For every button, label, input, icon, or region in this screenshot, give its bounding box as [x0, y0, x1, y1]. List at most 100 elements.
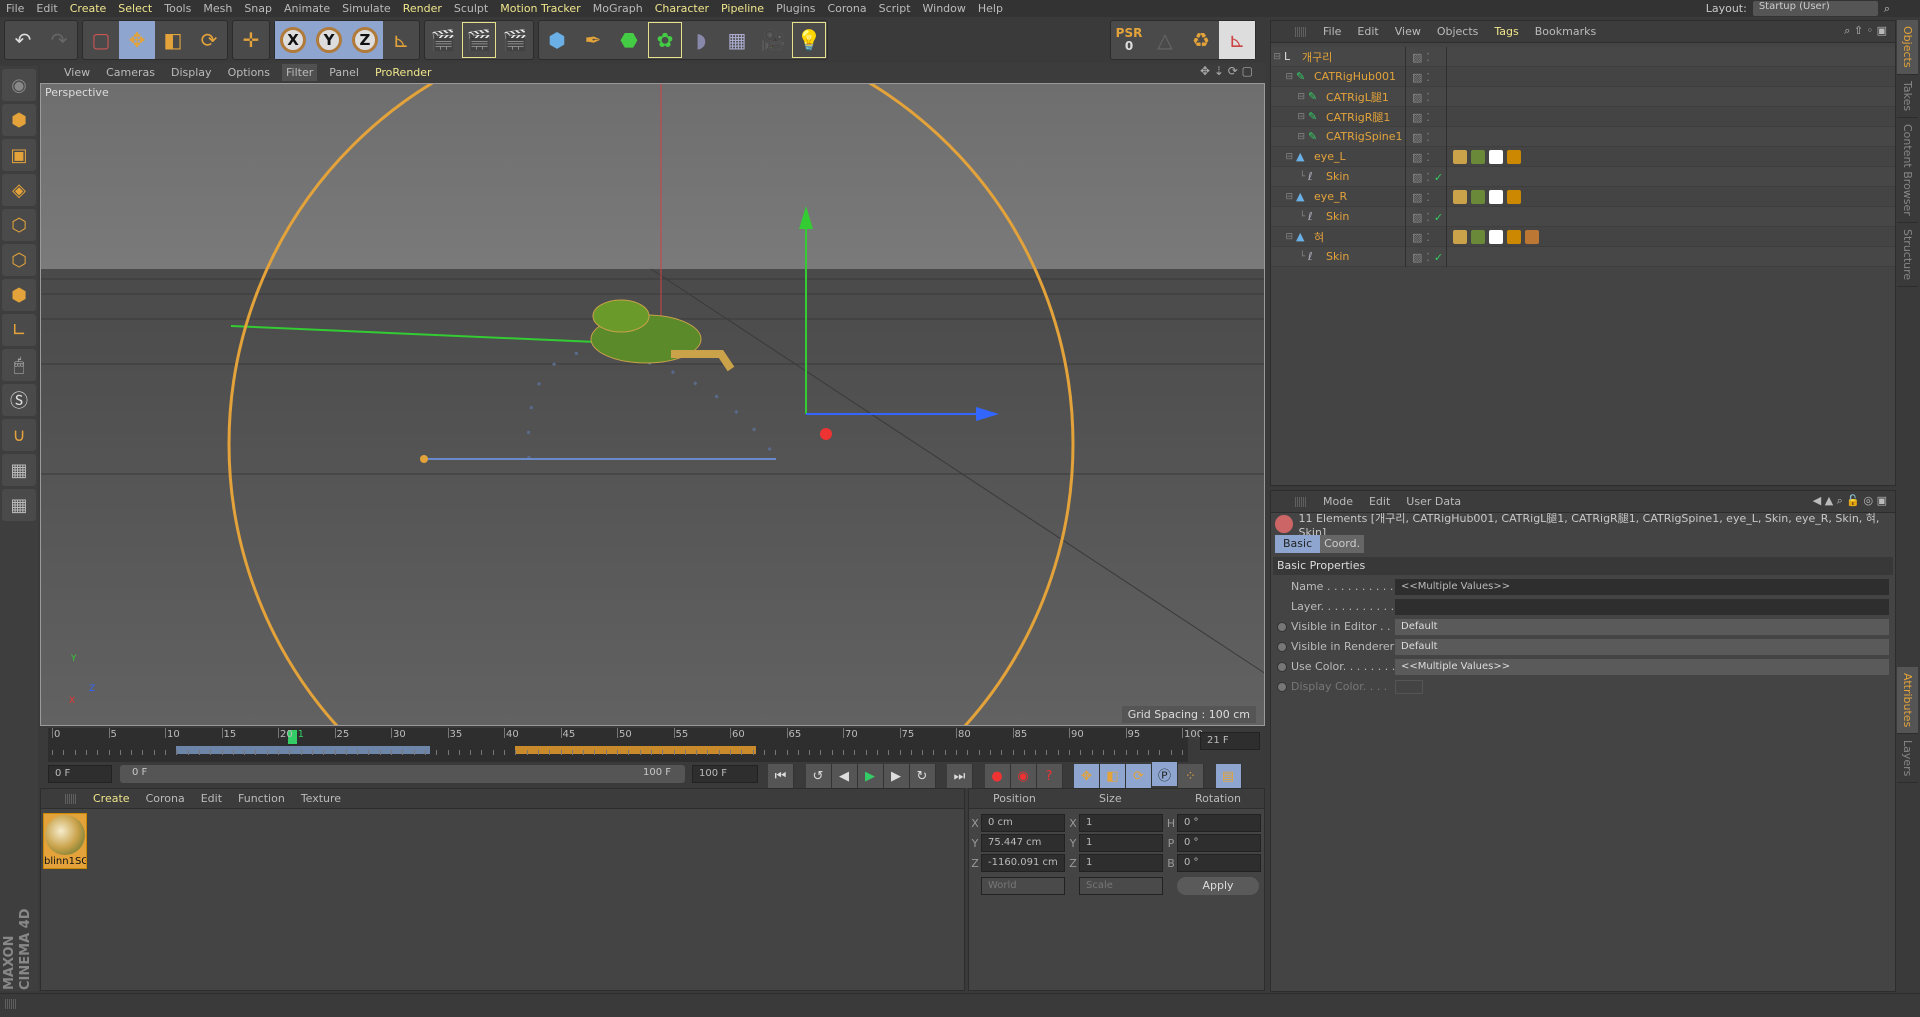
layer-icon[interactable]: ▨	[1412, 151, 1422, 164]
object-row[interactable]: └ ℓ Skin ▨ ⁚ ✓	[1271, 247, 1895, 267]
cube-icon[interactable]: ⬢	[539, 21, 575, 59]
coord-field-r[interactable]: 0 °	[1177, 854, 1261, 872]
material-menu-function[interactable]: Function	[238, 792, 285, 805]
side-tab-structure[interactable]: Structure	[1897, 223, 1918, 287]
object-visibility[interactable]: ▨ ⁚	[1405, 87, 1447, 107]
tab-basic[interactable]: Basic	[1275, 535, 1321, 553]
material-menu-texture[interactable]: Texture	[301, 792, 341, 805]
next-key-icon[interactable]: ↻	[909, 764, 936, 788]
menu-simulate[interactable]: Simulate	[342, 2, 391, 15]
side-tab-takes[interactable]: Takes	[1897, 75, 1918, 118]
coord-field-s[interactable]: 1	[1079, 814, 1163, 832]
tree-toggle-icon[interactable]: ⊟	[1271, 112, 1305, 122]
make-editable-icon[interactable]: ◉	[2, 69, 36, 101]
side-tab-content-browser[interactable]: Content Browser	[1897, 118, 1918, 223]
menu-motion-tracker[interactable]: Motion Tracker	[500, 2, 580, 15]
menu-create[interactable]: Create	[70, 2, 107, 15]
property-value[interactable]: <<Multiple Values>>	[1395, 578, 1889, 595]
tree-toggle-icon[interactable]: ⊟	[1271, 192, 1293, 202]
undo-icon[interactable]: ↶	[5, 21, 41, 59]
prev-key-icon[interactable]: ↺	[805, 764, 832, 788]
psr-button[interactable]: PSR 0	[1111, 21, 1147, 59]
render-picture-viewer-icon[interactable]: 🎬	[461, 21, 497, 59]
visibility-dots-icon[interactable]: ⁚	[1426, 131, 1430, 144]
model-mode-icon[interactable]: ⬢	[2, 104, 36, 136]
timeline-ruler[interactable]: 0 5 10 15 20 21 25 30 35 40 45 50 55 60 65 70 75 80 85 90 95…	[48, 728, 1203, 762]
layer-icon[interactable]: ▨	[1412, 91, 1422, 104]
viewport-menu-view[interactable]: View	[64, 66, 90, 79]
workplane-icon[interactable]: ⊾	[1219, 21, 1255, 59]
layer-icon[interactable]: ▨	[1412, 231, 1422, 244]
viewport-menu-filter[interactable]: Filter	[282, 64, 318, 81]
object-row[interactable]: ⊟ ✎ CATRigHub001 ▨ ⁚	[1271, 67, 1895, 87]
y-axis-lock-icon[interactable]: Y	[311, 21, 347, 59]
object-row[interactable]: ⊟ L 개구리 ▨ ⁚	[1271, 47, 1895, 67]
points-mode-icon[interactable]: ⬡	[2, 209, 36, 241]
material-menu-corona[interactable]: Corona	[146, 792, 185, 805]
property-value[interactable]: <<Multiple Values>>	[1395, 658, 1889, 675]
prev-frame-icon[interactable]: ◀	[831, 764, 858, 788]
tag-icon[interactable]	[1489, 190, 1503, 204]
gizmo-x-handle[interactable]	[820, 428, 832, 440]
layer-icon[interactable]: ▨	[1412, 71, 1422, 84]
tree-toggle-icon[interactable]: ⊟	[1271, 92, 1305, 102]
tab-coord[interactable]: Coord.	[1320, 535, 1365, 553]
object-visibility[interactable]: ▨ ⁚	[1405, 227, 1447, 247]
coord-field-p[interactable]: -1160.091 cm	[981, 854, 1065, 872]
apply-button[interactable]: Apply	[1177, 877, 1259, 895]
object-menu-bookmarks[interactable]: Bookmarks	[1535, 25, 1596, 38]
layer-icon[interactable]: ▨	[1412, 51, 1422, 64]
visibility-dots-icon[interactable]: ⁚	[1426, 71, 1430, 84]
tree-toggle-icon[interactable]: └	[1271, 212, 1305, 222]
tag-icon[interactable]	[1489, 150, 1503, 164]
tree-toggle-icon[interactable]: ⊟	[1271, 52, 1281, 62]
visibility-dots-icon[interactable]: ⁚	[1426, 191, 1430, 204]
keyframe-selection-icon[interactable]: ?	[1036, 764, 1063, 788]
side-tab-attributes[interactable]: Attributes	[1897, 666, 1918, 734]
visibility-dots-icon[interactable]: ⁚	[1426, 151, 1430, 164]
floor-icon[interactable]: ▦	[719, 21, 755, 59]
object-row[interactable]: ⊟ ✎ CATRigR腿1 ▨ ⁚	[1271, 107, 1895, 127]
property-value[interactable]	[1395, 598, 1889, 615]
subdivision-icon[interactable]: ⬣	[611, 21, 647, 59]
tag-icon[interactable]	[1453, 230, 1467, 244]
snap-icon[interactable]: △	[1147, 21, 1183, 59]
key-rotation-icon[interactable]: ⟳	[1126, 764, 1152, 788]
tree-toggle-icon[interactable]: ⊟	[1271, 232, 1293, 242]
material-menu-create[interactable]: Create	[93, 792, 130, 805]
menu-mograph[interactable]: MoGraph	[593, 2, 643, 15]
range-slider[interactable]: 0 F 100 F	[120, 765, 685, 783]
tree-toggle-icon[interactable]: └	[1271, 252, 1305, 262]
display-color-swatch[interactable]	[1395, 679, 1423, 694]
animate-radio[interactable]	[1277, 681, 1287, 692]
object-manager-icons[interactable]: ⌕ ⇧ ◦ ▣	[1844, 24, 1887, 38]
start-frame-field[interactable]: 0 F	[48, 765, 112, 783]
tag-icon[interactable]	[1489, 230, 1503, 244]
tag-icon[interactable]	[1471, 230, 1485, 244]
side-tab-layers[interactable]: Layers	[1897, 734, 1918, 784]
menu-tools[interactable]: Tools	[164, 2, 191, 15]
tweak-icon[interactable]: 🖱	[2, 349, 36, 381]
attribute-menu-edit[interactable]: Edit	[1369, 495, 1390, 508]
layout-selector[interactable]: Layout: Startup (User) ⌕	[1706, 1, 1890, 16]
object-row[interactable]: ⊟ ▲ eye_R ▨ ⁚	[1271, 187, 1895, 207]
object-row[interactable]: ⊟ ▲ eye_L ▨ ⁚	[1271, 147, 1895, 167]
go-to-start-icon[interactable]: ⏮	[768, 764, 794, 788]
end-frame-field[interactable]: 100 F	[692, 765, 758, 783]
redo-icon[interactable]: ↷	[41, 21, 77, 59]
object-visibility[interactable]: ▨ ⁚	[1405, 47, 1447, 67]
side-tab-objects[interactable]: Objects	[1897, 20, 1918, 75]
layer-icon[interactable]: ▨	[1412, 171, 1422, 184]
z-axis-lock-icon[interactable]: Z	[347, 21, 383, 59]
grid-lock-icon[interactable]: ▦	[2, 454, 36, 486]
tree-toggle-icon[interactable]: ⊟	[1271, 72, 1293, 82]
magnet-icon[interactable]: ∪	[2, 419, 36, 451]
coord-field-p[interactable]: 75.447 cm	[981, 834, 1065, 852]
coord-field-r[interactable]: 0 °	[1177, 814, 1261, 832]
animate-radio[interactable]	[1277, 621, 1287, 632]
select-tool-icon[interactable]: ▢	[83, 21, 119, 59]
menu-pipeline[interactable]: Pipeline	[721, 2, 764, 15]
attribute-nav-icons[interactable]: ◀ ▲ ⌕ 🔓 ◎ ▣	[1813, 494, 1887, 508]
panel-grip[interactable]	[65, 793, 77, 804]
tag-icon[interactable]	[1453, 150, 1467, 164]
